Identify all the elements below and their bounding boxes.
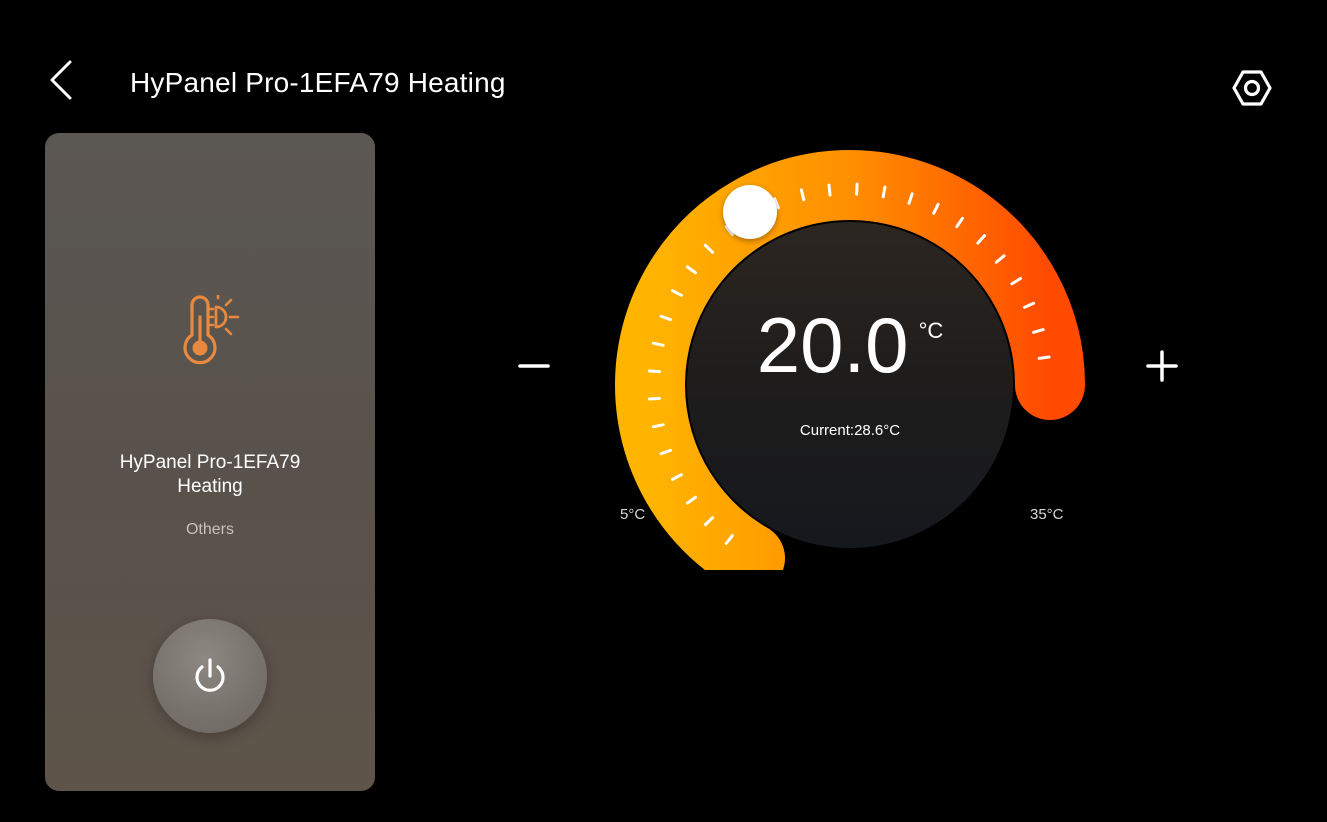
settings-button[interactable]: [1228, 64, 1276, 112]
hexagon-settings-icon: [1232, 70, 1272, 106]
current-temperature: Current:28.6°C: [799, 422, 901, 439]
device-card: HyPanel Pro-1EFA79 Heating Others: [45, 133, 375, 791]
min-temp-label: 5°C: [620, 506, 646, 523]
dial-tick: [647, 396, 661, 401]
page-title: HyPanel Pro-1EFA79 Heating: [130, 67, 506, 98]
dial-tick: [881, 185, 887, 199]
increase-temp-button[interactable]: [1142, 346, 1182, 386]
header-bar: HyPanel Pro-1EFA79 Heating: [0, 0, 1327, 130]
device-name: HyPanel Pro-1EFA79 Heating: [65, 451, 355, 499]
power-icon: [195, 658, 225, 692]
chevron-left-icon: [50, 60, 72, 100]
max-temp-label: 35°C: [1030, 506, 1064, 523]
device-name-line2: Heating: [177, 476, 243, 497]
set-temperature-value: 20.0: [756, 301, 909, 389]
device-category: Others: [185, 521, 234, 538]
dial-knob[interactable]: [723, 184, 777, 239]
plus-icon: [1146, 350, 1178, 382]
power-button[interactable]: [153, 619, 267, 733]
decrease-temp-button[interactable]: [514, 346, 554, 386]
back-button[interactable]: [44, 58, 80, 102]
set-temperature: 20.0 °C: [600, 300, 1100, 390]
dial-tick: [827, 183, 832, 197]
set-temperature-unit: °C: [918, 318, 944, 343]
minus-icon: [518, 364, 550, 368]
thermometer-sun-icon: [178, 291, 254, 377]
temperature-dial[interactable]: 20.0 °C Current:28.6°C 5°C 35°C: [600, 140, 1100, 570]
device-name-line1: HyPanel Pro-1EFA79: [119, 452, 301, 473]
